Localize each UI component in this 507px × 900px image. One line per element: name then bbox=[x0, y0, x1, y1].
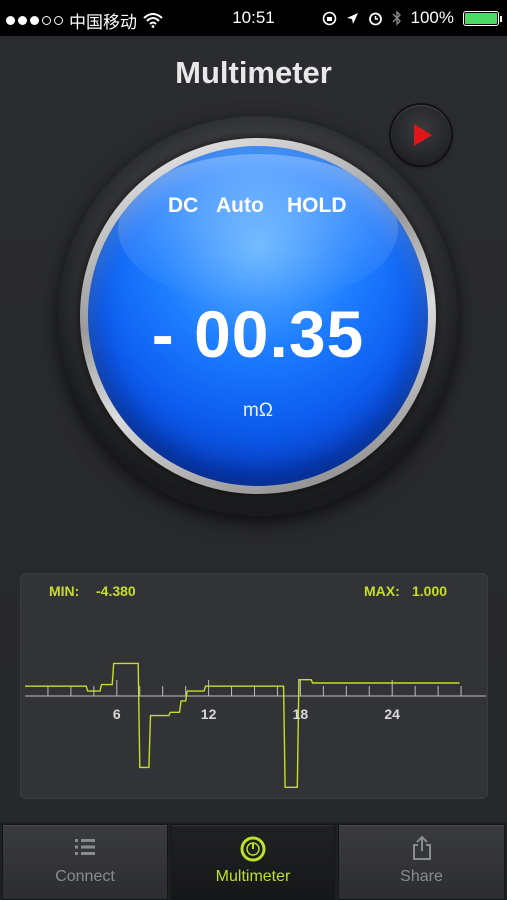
chart-tick-label: 24 bbox=[384, 706, 400, 722]
mode-dc: DC bbox=[168, 194, 199, 217]
history-chart: MIN: -4.380 MAX: 1.000 6 12 18 24 bbox=[20, 573, 488, 799]
tab-multimeter[interactable]: Multimeter bbox=[172, 825, 334, 899]
tab-share[interactable]: Share bbox=[339, 825, 504, 899]
mode-auto: Auto bbox=[216, 194, 264, 217]
bluetooth-icon bbox=[392, 10, 401, 26]
display-gloss bbox=[118, 154, 398, 304]
chart-tick-label: 18 bbox=[292, 706, 309, 722]
rotation-lock-icon bbox=[322, 11, 336, 25]
battery-percent: 100% bbox=[410, 8, 454, 27]
status-bar: 中国移动 10:51 100% bbox=[0, 0, 507, 36]
location-icon bbox=[346, 12, 358, 24]
list-icon bbox=[75, 839, 95, 855]
play-button[interactable] bbox=[391, 105, 451, 165]
chart-plot bbox=[25, 662, 486, 789]
tab-share-label: Share bbox=[400, 868, 443, 885]
meter-reading: - 00.35 bbox=[151, 297, 365, 371]
tab-connect[interactable]: Connect bbox=[3, 825, 167, 899]
tab-connect-label: Connect bbox=[55, 868, 115, 885]
play-icon bbox=[414, 124, 432, 146]
chart-tick-label: 6 bbox=[112, 706, 121, 722]
mode-hold: HOLD bbox=[287, 194, 347, 217]
share-icon bbox=[412, 835, 431, 860]
tab-bar: Connect Multimeter Share bbox=[0, 822, 507, 900]
battery-icon bbox=[463, 10, 502, 26]
meter-display: DC Auto HOLD - 00.35 mΩ bbox=[88, 146, 428, 486]
app-screen: 中国移动 10:51 100% Multimeter DC Auto HOLD … bbox=[0, 0, 507, 900]
chart-tick-label: 12 bbox=[200, 706, 217, 722]
gauge-icon bbox=[240, 836, 266, 862]
status-right: 100% bbox=[322, 8, 502, 28]
page-title: Multimeter bbox=[175, 55, 332, 90]
meter-unit: mΩ bbox=[242, 400, 274, 421]
tab-multimeter-label: Multimeter bbox=[215, 868, 291, 885]
chart-series-line bbox=[25, 662, 460, 789]
alarm-icon bbox=[368, 12, 382, 25]
